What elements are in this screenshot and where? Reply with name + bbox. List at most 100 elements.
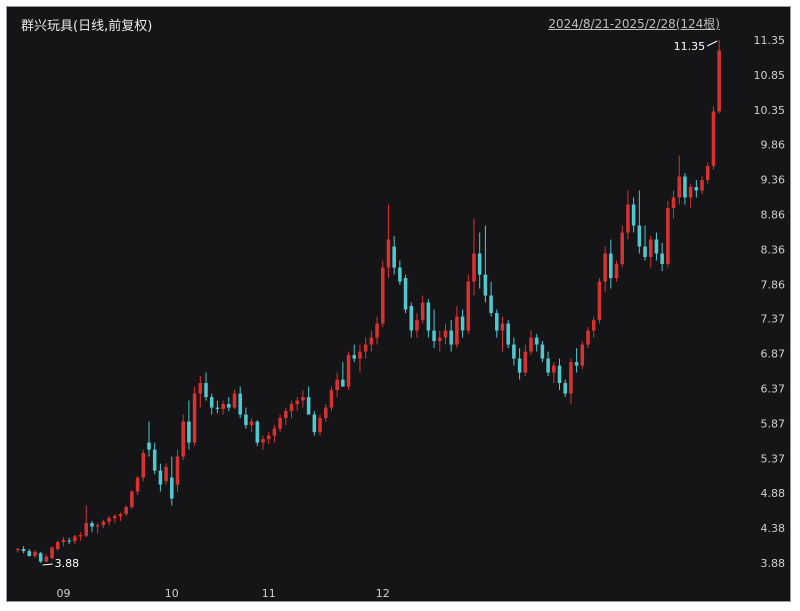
candle-body	[620, 232, 624, 265]
candle-body	[90, 523, 94, 527]
candle-body	[694, 187, 699, 191]
candle-body	[477, 253, 482, 275]
candle-body	[375, 323, 379, 338]
candle-body	[626, 204, 630, 233]
candle-body	[232, 393, 237, 408]
candle-body	[552, 365, 556, 373]
y-tick-label: 10.35	[754, 104, 786, 117]
candle-body	[272, 428, 277, 436]
candle-body	[244, 414, 248, 426]
candle-body	[631, 204, 636, 226]
candle-body	[181, 421, 185, 457]
candle-body	[495, 313, 499, 331]
candle-body	[654, 239, 659, 254]
y-tick-label: 7.37	[761, 313, 786, 326]
candle-body	[306, 397, 311, 415]
candle-body	[392, 246, 396, 268]
candle-body	[318, 418, 322, 433]
candle-body	[438, 337, 442, 342]
y-tick-label: 3.88	[761, 557, 786, 570]
candle-body	[61, 539, 66, 542]
candle-body	[221, 404, 225, 409]
candle-body	[38, 553, 43, 562]
y-tick-label: 5.37	[761, 453, 786, 466]
candle-body	[369, 337, 374, 345]
candle-body	[677, 176, 682, 198]
y-tick-label: 4.88	[761, 487, 786, 500]
candle-body	[671, 197, 676, 209]
candle-body	[124, 506, 128, 514]
candle-body	[33, 551, 37, 556]
candle-body	[152, 449, 157, 471]
x-tick-label: 10	[165, 587, 179, 600]
candle-body	[323, 407, 328, 419]
candle-body	[398, 267, 402, 282]
annotation-label: 11.35	[674, 40, 706, 53]
candle-body	[341, 379, 345, 387]
candle-body	[289, 404, 294, 412]
candle-body	[27, 551, 32, 556]
candle-body	[295, 400, 299, 405]
candle-body	[409, 306, 414, 331]
candle-body	[198, 383, 203, 394]
candle-body	[534, 337, 539, 345]
candle-body	[591, 320, 596, 331]
candle-body	[426, 302, 431, 331]
candle-body	[209, 397, 214, 408]
candle-body	[683, 176, 687, 198]
y-tick-label: 11.35	[754, 34, 786, 47]
candle-body	[563, 383, 567, 394]
candle-body	[284, 411, 288, 419]
candle-body	[705, 166, 710, 181]
candle-body	[175, 456, 180, 485]
candle-body	[16, 548, 20, 550]
candle-body	[135, 477, 140, 492]
y-tick-label: 7.86	[761, 278, 786, 291]
candle-body	[255, 421, 260, 443]
candle-body	[50, 547, 54, 559]
candle-body	[164, 467, 168, 482]
candle-body	[21, 548, 26, 552]
candle-body	[523, 351, 528, 373]
candle-body	[597, 281, 602, 321]
candle-body	[432, 330, 436, 342]
candle-body	[574, 362, 579, 366]
annotation-arrow	[706, 40, 718, 47]
chart-frame: 群兴玩具(日线,前复权) 2024/8/21-2025/2/28(124根) 1…	[6, 6, 791, 602]
candle-body	[158, 470, 163, 485]
y-tick-label: 4.38	[761, 522, 786, 535]
candle-body	[73, 536, 77, 542]
candle-body	[130, 491, 134, 507]
candle-body	[101, 521, 106, 526]
x-tick-label: 09	[56, 587, 70, 600]
candle-body	[335, 379, 339, 391]
candle-body	[466, 281, 471, 331]
candle-body	[711, 111, 716, 167]
candle-body	[609, 253, 613, 279]
candle-body	[352, 355, 357, 359]
candle-body	[261, 439, 265, 443]
candlestick-chart: 11.35 10.85 10.35 9.86 9.36 8.86 8.36 7.86 7.37 6…	[16, 34, 786, 600]
annotation-arrow	[42, 563, 53, 566]
y-tick-label: 6.37	[761, 383, 786, 396]
candle-body	[529, 337, 533, 352]
candle-body	[113, 516, 117, 519]
candle-body	[170, 477, 174, 499]
candle-body	[147, 442, 151, 450]
candle-body	[637, 225, 642, 247]
candle-body	[580, 344, 585, 366]
candle-body	[403, 278, 408, 310]
candle-body	[688, 187, 693, 198]
candle-body	[380, 267, 385, 324]
candle-body	[187, 421, 191, 443]
candle-body	[700, 180, 704, 191]
candle-body	[227, 404, 231, 408]
candle-body	[483, 274, 488, 296]
x-tick-label: 11	[262, 587, 276, 600]
candle-body	[717, 50, 721, 112]
candle-body	[443, 330, 448, 338]
candle-body	[329, 390, 334, 408]
candle-body	[586, 330, 590, 345]
candle-body	[489, 295, 493, 314]
y-tick-label: 9.86	[761, 138, 786, 151]
